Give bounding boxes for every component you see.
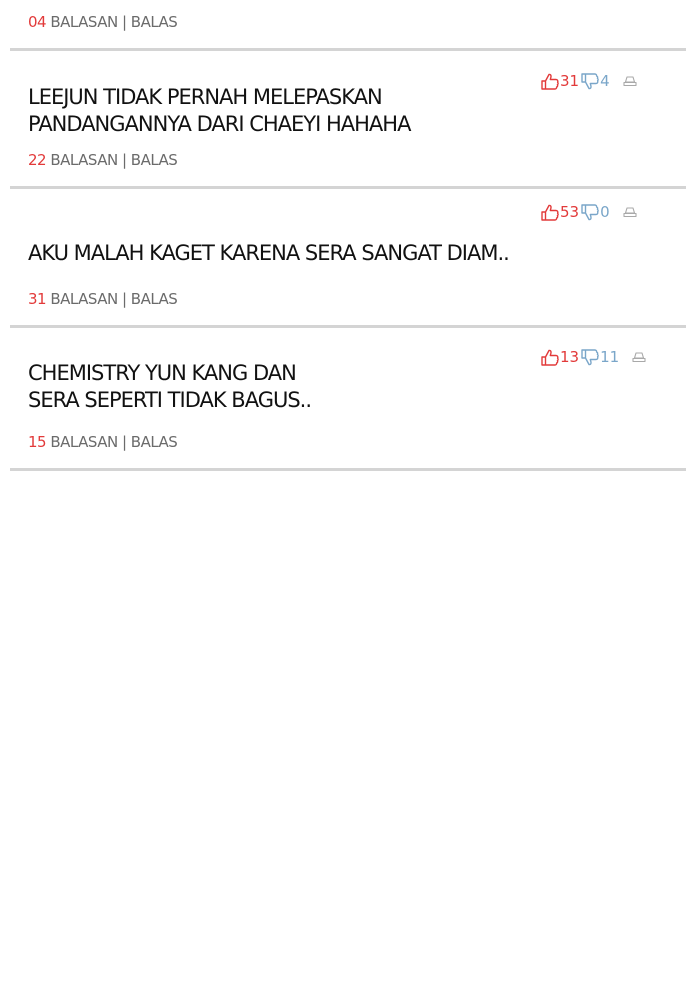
comment-text: AKU MALAH KAGET KARENA SERA SANGAT DIAM.… xyxy=(28,240,510,267)
vote-bar: 31 4 xyxy=(540,71,640,91)
comment-footer: 15 BALASAN | BALAS xyxy=(28,433,178,451)
replies-label[interactable]: BALASAN xyxy=(50,290,118,308)
comment-line: LEEJUN TIDAK PERNAH MELEPASKAN xyxy=(28,85,383,109)
reply-button[interactable]: BALAS xyxy=(131,151,178,169)
reply-button[interactable]: BALAS xyxy=(131,433,178,451)
dislike-count: 0 xyxy=(600,203,610,221)
thumbs-up-icon[interactable] xyxy=(540,202,560,222)
vote-bar: 53 0 xyxy=(540,202,640,222)
like-count: 13 xyxy=(560,348,580,366)
footer-divider: | xyxy=(121,290,127,308)
footer-divider: | xyxy=(121,151,127,169)
footer-divider: | xyxy=(121,13,127,31)
like-count: 31 xyxy=(560,72,580,90)
replies-label[interactable]: BALASAN xyxy=(50,433,118,451)
reply-count: 15 xyxy=(28,433,47,451)
thumbs-down-icon[interactable] xyxy=(580,202,600,222)
reply-count: 04 xyxy=(28,13,47,31)
vote-bar: 13 11 xyxy=(540,347,649,367)
footer-divider: | xyxy=(121,433,127,451)
thumbs-down-icon[interactable] xyxy=(580,347,600,367)
reply-count: 22 xyxy=(28,151,47,169)
comment-line: AKU MALAH KAGET KARENA SERA SANGAT DIAM.… xyxy=(28,241,510,265)
comment-text: CHEMISTRY YUN KANG DAN SERA SEPERTI TIDA… xyxy=(28,360,312,414)
reply-button[interactable]: BALAS xyxy=(131,290,178,308)
thumbs-up-icon[interactable] xyxy=(540,347,560,367)
comment-separator xyxy=(10,468,686,471)
dislike-count: 4 xyxy=(600,72,610,90)
thumbs-down-icon[interactable] xyxy=(580,71,600,91)
comment-line: SERA SEPERTI TIDAK BAGUS.. xyxy=(28,388,312,412)
comment-separator xyxy=(10,186,686,189)
comment-footer: 22 BALASAN | BALAS xyxy=(28,151,178,169)
comment-line: CHEMISTRY YUN KANG DAN xyxy=(28,361,297,385)
comment-line: PANDANGANNYA DARI CHAEYI HAHAHA xyxy=(28,112,411,136)
comment-footer: 31 BALASAN | BALAS xyxy=(28,290,178,308)
thumbs-up-icon[interactable] xyxy=(540,71,560,91)
reply-button[interactable]: BALAS xyxy=(131,13,178,31)
comment-separator xyxy=(10,48,686,51)
report-icon[interactable] xyxy=(629,347,649,367)
replies-label[interactable]: BALASAN xyxy=(50,151,118,169)
comment-footer: 04 BALASAN | BALAS xyxy=(28,13,178,31)
replies-label[interactable]: BALASAN xyxy=(50,13,118,31)
comment-text: LEEJUN TIDAK PERNAH MELEPASKAN PANDANGAN… xyxy=(28,84,411,138)
like-count: 53 xyxy=(560,203,580,221)
report-icon[interactable] xyxy=(620,202,640,222)
comment-separator xyxy=(10,325,686,328)
reply-count: 31 xyxy=(28,290,47,308)
report-icon[interactable] xyxy=(620,71,640,91)
dislike-count: 11 xyxy=(600,348,620,366)
